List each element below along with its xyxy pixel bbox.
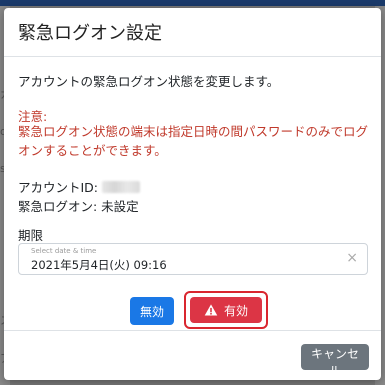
enable-button-label: 有効 (223, 303, 248, 318)
cancel-button[interactable]: キャンセル (301, 344, 369, 378)
enable-button-highlight: 有効 (184, 291, 268, 329)
emergency-logon-modal: 緊急ログオン設定 アカウントの緊急ログオン状態を変更します。 注意: 緊急ログオ… (4, 8, 381, 380)
modal-header: 緊急ログオン設定 (4, 8, 381, 57)
emergency-status: 緊急ログオン: 未設定 (18, 199, 139, 214)
account-id-redacted (102, 180, 141, 193)
enable-button[interactable]: 有効 (190, 297, 262, 323)
action-buttons: 無効 有効 (4, 289, 381, 329)
account-id-label: アカウントID: (18, 180, 99, 195)
modal-title: 緊急ログオン設定 (18, 23, 162, 44)
datetime-placeholder: Select date & time (31, 247, 97, 255)
disable-button[interactable]: 無効 (130, 297, 174, 325)
account-id-row: アカウントID: (18, 177, 141, 196)
modal-footer: キャンセル (4, 330, 381, 380)
period-label: 期限 (18, 228, 44, 243)
datetime-value: 2021年5月4日(火) 09:16 (31, 258, 167, 272)
warning-icon (204, 304, 218, 316)
background-topbar (0, 0, 385, 6)
modal-description: アカウントの緊急ログオン状態を変更します。 (18, 74, 280, 89)
note-text: 緊急ログオン状態の端末は指定日時の間パスワードのみでログオンすることができます。 (18, 124, 369, 158)
datetime-picker[interactable]: Select date & time 2021年5月4日(火) 09:16 × (18, 243, 368, 275)
clear-icon[interactable]: × (346, 250, 358, 266)
